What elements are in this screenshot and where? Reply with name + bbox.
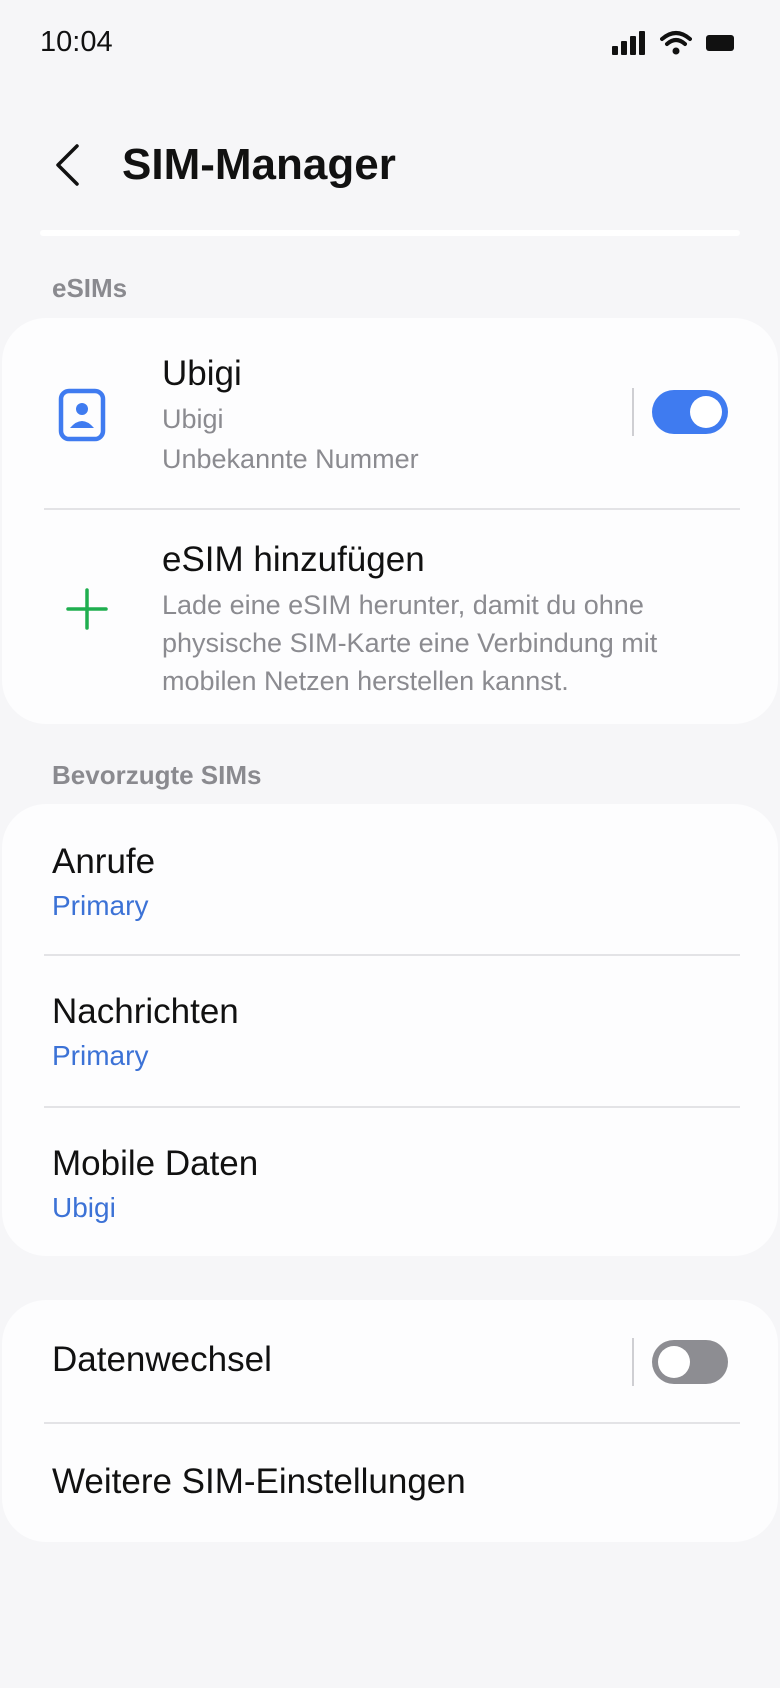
more-sim-settings-row[interactable]: Weitere SIM-Einstellungen xyxy=(2,1424,778,1542)
other-settings-card: Datenwechsel Weitere SIM-Einstellungen xyxy=(2,1300,778,1542)
toggle-knob xyxy=(658,1346,690,1378)
esim-number: Unbekannte Nummer xyxy=(162,444,419,474)
status-icons xyxy=(612,30,736,56)
esim-ubigi-row[interactable]: Ubigi Ubigi Unbekannte Nummer xyxy=(2,318,778,508)
esims-section-label: eSIMs xyxy=(52,273,128,303)
battery-icon xyxy=(706,35,734,51)
esim-carrier: Ubigi xyxy=(162,404,224,434)
add-esim-desc-3: mobilen Netzen herstellen kannst. xyxy=(162,666,569,696)
add-esim-row[interactable]: eSIM hinzufügen Lade eine eSIM herunter,… xyxy=(2,510,778,724)
status-bar: 10:04 xyxy=(0,0,780,86)
preferred-item-calls[interactable]: Anrufe Primary xyxy=(2,804,778,954)
data-switch-label: Datenwechsel xyxy=(52,1340,272,1379)
scroll-edge xyxy=(40,230,740,236)
preferred-card: Anrufe Primary Nachrichten Primary Mobil… xyxy=(2,804,778,1256)
preferred-item-label: Mobile Daten xyxy=(52,1144,259,1183)
toggle-knob xyxy=(690,396,722,428)
preferred-item-label: Anrufe xyxy=(52,842,156,881)
header: SIM-Manager xyxy=(0,110,780,220)
preferred-item-value: Primary xyxy=(52,1040,149,1071)
esims-card: Ubigi Ubigi Unbekannte Nummer eSIM hinzu… xyxy=(2,318,778,724)
data-switch-toggle[interactable] xyxy=(652,1340,728,1384)
wifi-icon xyxy=(660,31,692,55)
status-time: 10:04 xyxy=(40,26,113,58)
toggle-divider xyxy=(632,1338,634,1386)
more-sim-settings-label: Weitere SIM-Einstellungen xyxy=(52,1462,466,1501)
plus-icon xyxy=(66,588,108,630)
sim-card-icon xyxy=(58,388,106,442)
preferred-section-label: Bevorzugte SIMs xyxy=(52,760,262,790)
preferred-item-mobile-data[interactable]: Mobile Daten Ubigi xyxy=(2,1108,778,1256)
preferred-item-value: Ubigi xyxy=(52,1192,116,1223)
back-button[interactable] xyxy=(44,138,90,192)
chevron-left-icon xyxy=(56,144,79,186)
preferred-item-label: Nachrichten xyxy=(52,992,239,1031)
add-esim-desc-1: Lade eine eSIM herunter, damit du ohne xyxy=(162,590,644,620)
add-esim-desc-2: physische SIM-Karte eine Verbindung mit xyxy=(162,628,658,658)
add-esim-title: eSIM hinzufügen xyxy=(162,540,425,579)
toggle-divider xyxy=(632,388,634,436)
page-title: SIM-Manager xyxy=(122,140,396,189)
esim-toggle[interactable] xyxy=(652,390,728,434)
preferred-item-messages[interactable]: Nachrichten Primary xyxy=(2,956,778,1106)
signal-icon xyxy=(612,31,645,55)
data-switch-row[interactable]: Datenwechsel xyxy=(2,1300,778,1422)
preferred-item-value: Primary xyxy=(52,890,149,921)
esim-name: Ubigi xyxy=(162,354,242,393)
